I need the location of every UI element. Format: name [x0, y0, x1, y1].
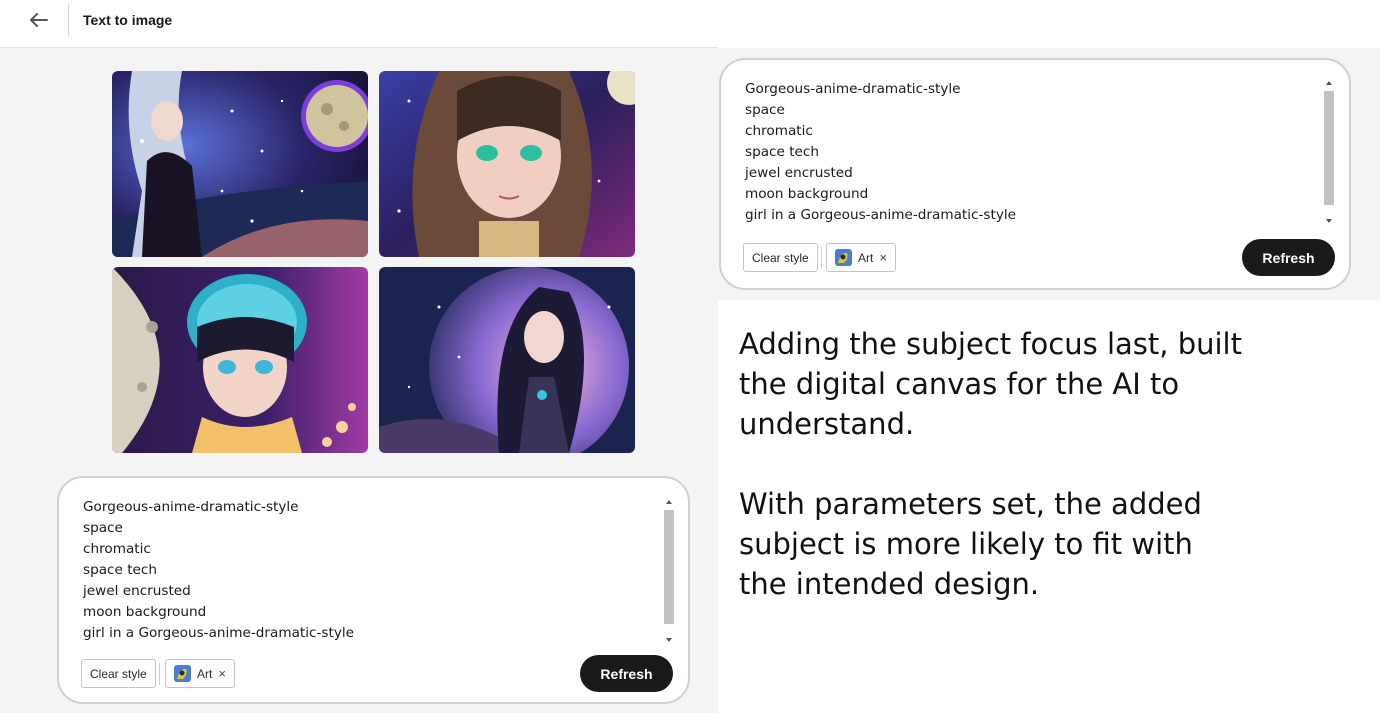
prompt-line: space [745, 102, 785, 118]
chip-divider [821, 247, 822, 269]
prompt-line: space tech [83, 562, 157, 578]
scroll-down-arrow-icon[interactable] [1326, 219, 1332, 223]
commentary-paragraph-1: Adding the subject focus last, built the… [739, 324, 1339, 444]
prompt-textarea[interactable]: Gorgeous-anime-dramatic-style space chro… [83, 497, 643, 644]
prompt-line: girl in a Gorgeous-anime-dramatic-style [745, 207, 1017, 223]
commentary: Adding the subject focus last, built the… [739, 324, 1339, 644]
commentary-line: the intended design. [739, 567, 1040, 601]
generated-image-3[interactable] [112, 267, 368, 453]
prompt-line: chromatic [745, 123, 813, 139]
prompt-line: chromatic [83, 541, 151, 557]
prompt-textarea[interactable]: Gorgeous-anime-dramatic-style space chro… [745, 79, 1305, 226]
prompt-scrollbar[interactable] [663, 496, 675, 646]
style-chip-label: Art [858, 250, 874, 265]
image-grid [112, 71, 635, 453]
prompt-line: Gorgeous-anime-dramatic-style [745, 81, 961, 97]
commentary-line: With parameters set, the added [739, 487, 1202, 521]
prompt-line: Gorgeous-anime-dramatic-style [83, 499, 299, 515]
commentary-line: subject is more likely to fit with [739, 527, 1193, 561]
refresh-button[interactable]: Refresh [1242, 239, 1335, 276]
back-button[interactable] [22, 6, 54, 34]
prompt-line: moon background [745, 186, 869, 202]
prompt-line: space [83, 520, 123, 536]
clear-style-button[interactable]: Clear style [81, 659, 156, 688]
close-icon[interactable]: × [218, 666, 226, 681]
generated-image-1[interactable] [112, 71, 368, 257]
scroll-thumb[interactable] [1324, 91, 1334, 205]
prompt-panel-right: Gorgeous-anime-dramatic-style space chro… [719, 58, 1351, 290]
refresh-button[interactable]: Refresh [580, 655, 673, 692]
prompt-line: jewel encrusted [83, 583, 191, 599]
style-chip-label: Art [197, 666, 213, 681]
generated-image-4[interactable] [379, 267, 635, 453]
close-icon[interactable]: × [879, 250, 887, 265]
scroll-up-arrow-icon[interactable] [1326, 81, 1332, 85]
arrow-left-icon [30, 13, 48, 27]
chip-divider [159, 663, 160, 685]
generated-image-2[interactable] [379, 71, 635, 257]
clear-style-button[interactable]: Clear style [743, 243, 818, 272]
commentary-line: understand. [739, 407, 915, 441]
style-chip-art[interactable]: Art × [826, 243, 896, 272]
prompt-line: jewel encrusted [745, 165, 853, 181]
commentary-line: the digital canvas for the AI to [739, 367, 1180, 401]
scroll-thumb[interactable] [664, 510, 674, 624]
scroll-down-arrow-icon[interactable] [666, 638, 672, 642]
prompt-line: space tech [745, 144, 819, 160]
header-divider [68, 4, 69, 36]
prompt-line: moon background [83, 604, 207, 620]
style-chip-art[interactable]: Art × [165, 659, 235, 688]
art-style-thumbnail-icon [835, 249, 852, 266]
prompt-scrollbar[interactable] [1323, 77, 1335, 227]
prompt-line: girl in a Gorgeous-anime-dramatic-style [83, 625, 355, 641]
prompt-panel-left: Gorgeous-anime-dramatic-style space chro… [57, 476, 690, 704]
commentary-paragraph-2: With parameters set, the added subject i… [739, 484, 1339, 604]
commentary-line: Adding the subject focus last, built [739, 327, 1242, 361]
scroll-up-arrow-icon[interactable] [666, 500, 672, 504]
art-style-thumbnail-icon [174, 665, 191, 682]
top-bar: Text to image [0, 0, 718, 48]
page-title: Text to image [83, 12, 173, 28]
